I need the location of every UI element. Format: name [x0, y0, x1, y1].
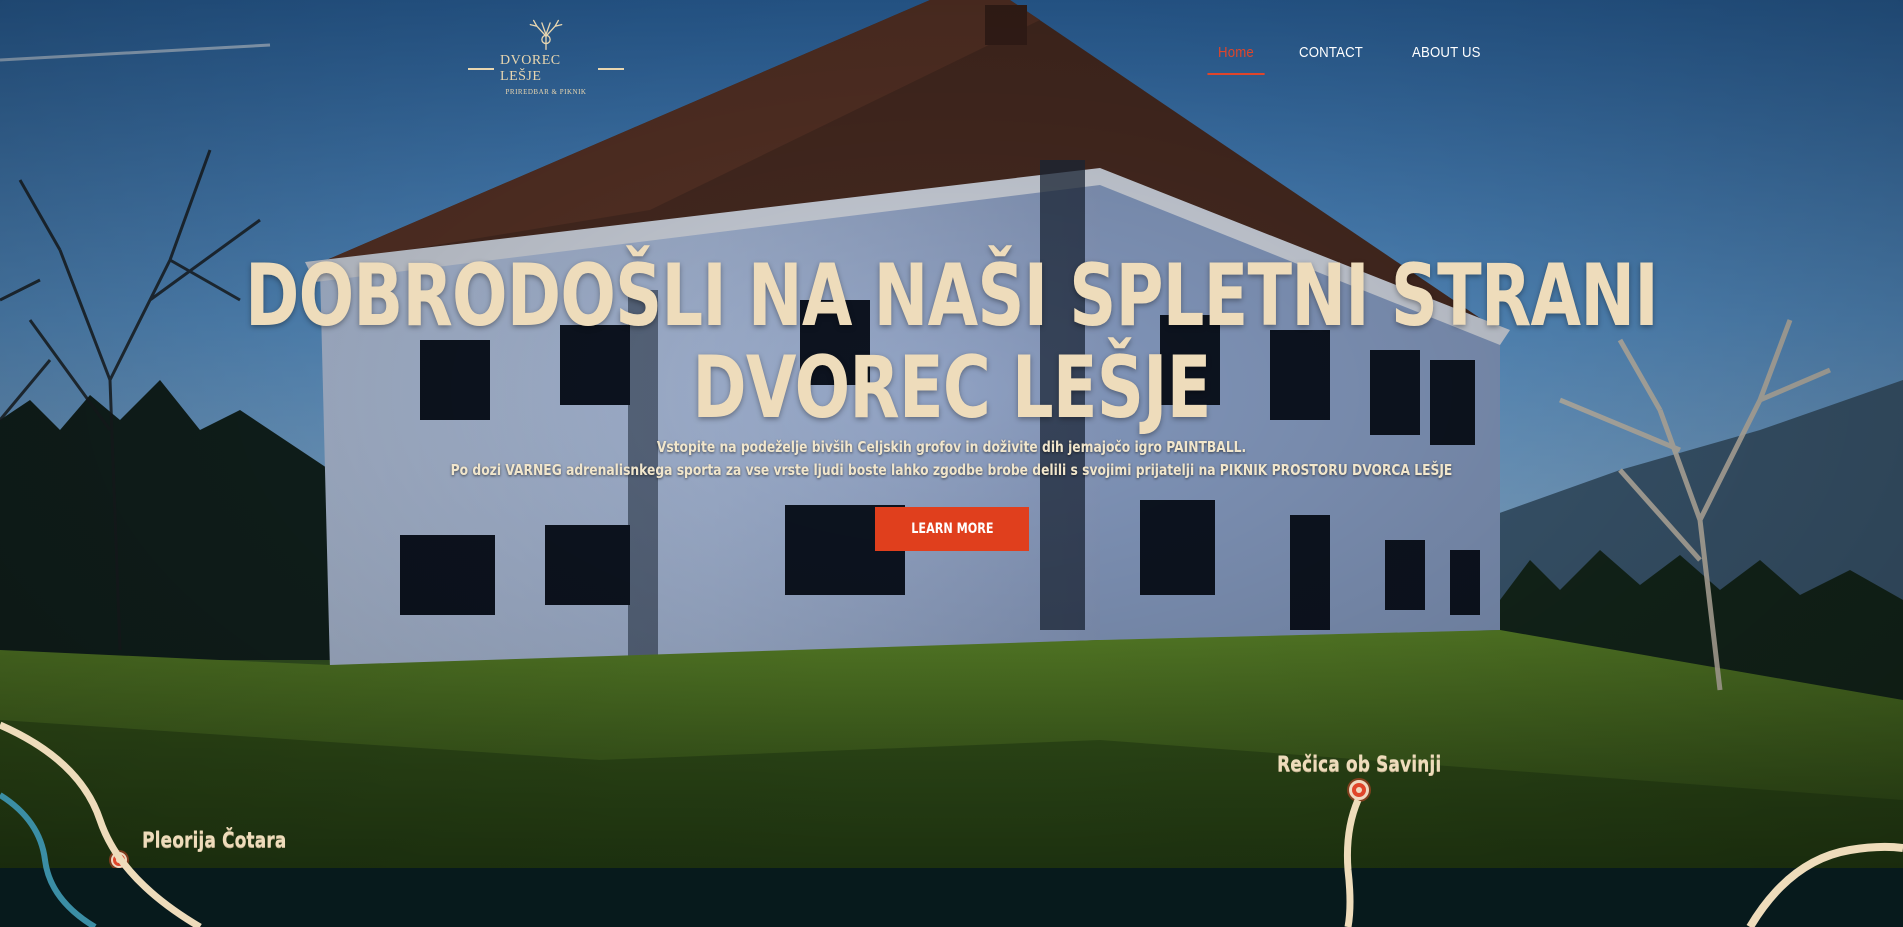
map-label-cotara: Pleorija Čotara [142, 828, 287, 852]
map-label-recica: Rečica ob Savinji [1277, 752, 1442, 776]
nav-item-about-us[interactable]: ABOUT US [1412, 44, 1481, 61]
hero-subtitle: Vstopite na podeželje bivših Celjskih gr… [171, 436, 1731, 482]
main-nav: Home CONTACT ABOUT US [1207, 44, 1490, 75]
hero-subtitle-line-1: Vstopite na podeželje bivših Celjskih gr… [656, 438, 1247, 456]
tree-crest-icon [529, 19, 563, 51]
hero-title-line-2: DVOREC LEŠJE [692, 338, 1211, 438]
hero-subtitle-line-2: Po dozi VARNEG adrenalisnkega sporta za … [450, 461, 1453, 479]
logo-divider [468, 68, 495, 70]
logo-divider [597, 68, 624, 70]
nav-item-contact[interactable]: CONTACT [1299, 44, 1363, 61]
hero-title-line-1: DOBRODOŠLI NA NAŠI SPLETNI STRANI [245, 246, 1659, 346]
logo-name: DVOREC LEŠJE [500, 53, 561, 84]
map-band [0, 868, 1903, 927]
hero-section: DVOREC LEŠJE PRIREDBAR & PIKNIK Home CON… [0, 0, 1903, 868]
nav-item-home[interactable]: Home [1207, 44, 1265, 75]
map-pin-icon[interactable] [111, 852, 127, 868]
logo-tagline: PRIREDBAR & PIKNIK [505, 88, 587, 96]
site-logo[interactable]: DVOREC LEŠJE PRIREDBAR & PIKNIK [468, 18, 624, 96]
learn-more-label: LEARN MORE [910, 521, 994, 537]
hero-title: DOBRODOŠLI NA NAŠI SPLETNI STRANI DVOREC… [228, 250, 1674, 434]
learn-more-button[interactable]: LEARN MORE [875, 507, 1029, 551]
map-pin-icon[interactable] [1349, 780, 1369, 800]
